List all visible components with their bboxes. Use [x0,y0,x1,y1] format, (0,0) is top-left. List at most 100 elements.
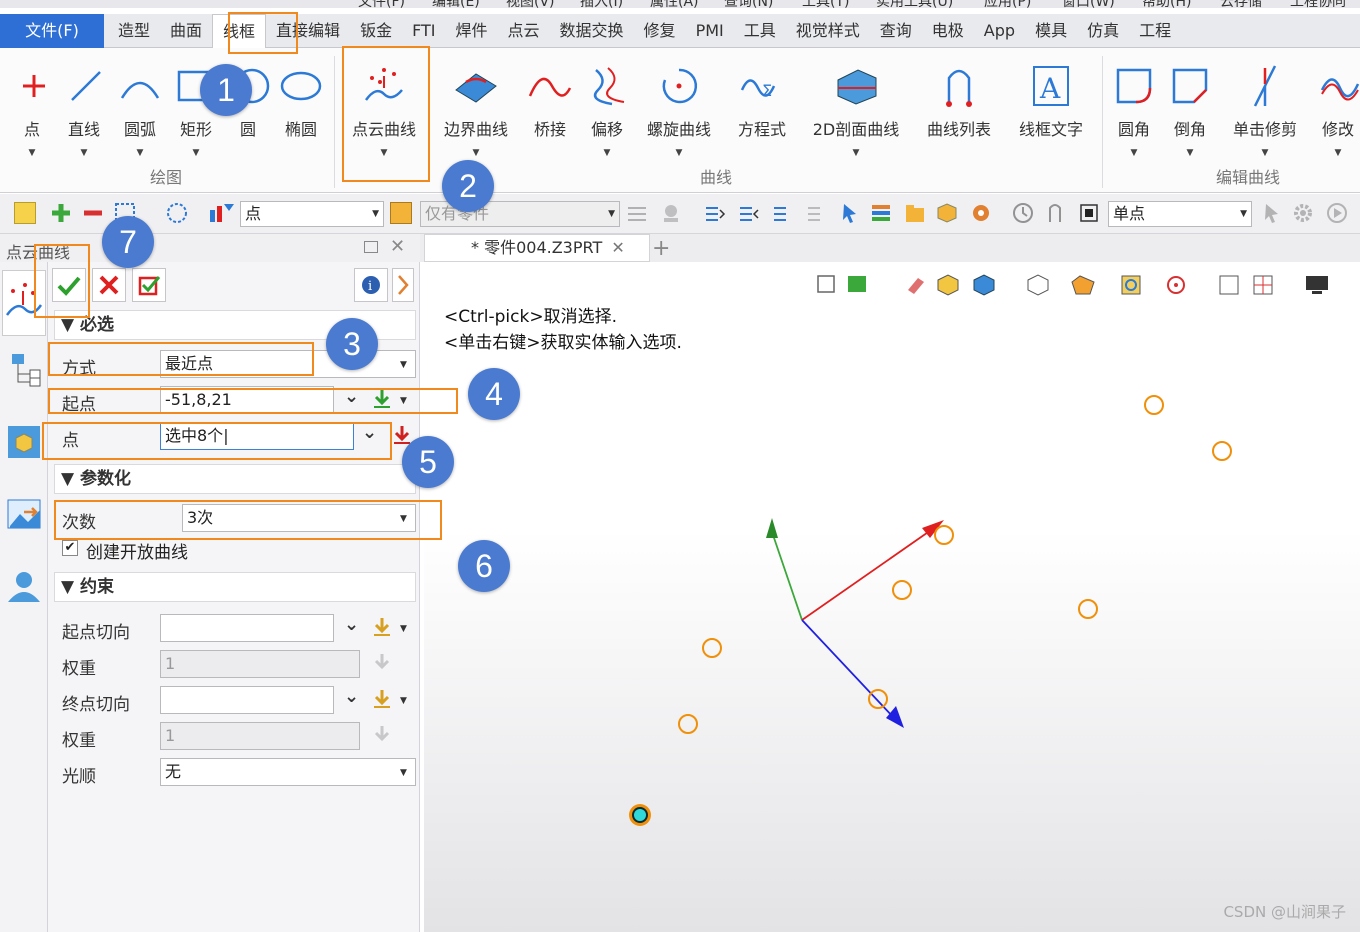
panel-close-icon[interactable]: ✕ [390,236,405,257]
tab-simulation[interactable]: 仿真 [1077,14,1129,48]
tab-pmi[interactable]: PMI [686,14,734,48]
panel-expand-button[interactable] [392,268,414,302]
start-tangent-input[interactable] [160,614,334,642]
select-pointer-icon[interactable] [14,202,36,224]
tab-weldment[interactable]: 焊件 [446,14,498,48]
add-icon[interactable] [50,202,72,224]
list-order-icon-4[interactable] [806,202,828,224]
click-trim-button[interactable]: 单击修剪 ▼ [1226,56,1304,176]
menu-item[interactable]: 工程协同 [1290,0,1346,8]
chamfer-button[interactable]: 倒角 ▼ [1166,56,1214,176]
boundary-curve-button[interactable]: 边界曲线 ▼ [438,56,514,176]
menu-item[interactable]: 应用(P) [984,0,1031,8]
tab-repair[interactable]: 修复 [634,14,686,48]
part-scope-icon[interactable] [390,202,412,224]
doc-tab-part004[interactable]: * 零件004.Z3PRT ✕ [424,234,650,262]
modify-button[interactable]: 修改 ▼ [1316,56,1360,176]
chevron-down-icon[interactable]: ⌄ [344,686,359,707]
section-params[interactable]: ▼ 参数化 [54,464,416,494]
smooth-select[interactable]: 无 [160,758,416,786]
box-part-icon[interactable] [936,202,958,224]
offset-button[interactable]: 偏移 ▼ [584,56,630,176]
menu-item[interactable]: 文件(F) [358,0,405,8]
menu-item[interactable]: 属性(A) [650,0,699,8]
play-icon[interactable] [1326,202,1348,224]
menu-item[interactable]: 查询(N) [724,0,773,8]
ref-filter-icon[interactable] [626,202,648,224]
new-tab-icon[interactable]: + [652,236,670,261]
cancel-button[interactable] [92,268,126,302]
arc-button[interactable]: 圆弧 ▼ [116,56,164,176]
chevron-down-icon[interactable]: ⌄ [344,614,359,635]
stop-icon[interactable] [1078,202,1100,224]
cursor-icon[interactable] [838,202,860,224]
image-import-icon[interactable] [6,496,42,532]
info-button[interactable]: i [354,268,388,302]
menu-item[interactable]: 视图(V) [506,0,555,8]
tab-fti[interactable]: FTI [402,14,445,48]
remove-icon[interactable] [82,202,104,224]
end-tangent-input[interactable] [160,686,334,714]
point-button[interactable]: 点 ▼ [10,56,54,176]
line-button[interactable]: 直线 ▼ [62,56,106,176]
cloud-point[interactable] [702,638,722,658]
menu-item[interactable]: 工具(T) [802,0,849,8]
pick-mode-select[interactable]: 单点 ▼ [1108,201,1252,227]
tab-file[interactable]: 文件(F) [0,14,104,48]
pick-arrow-icon[interactable] [372,616,392,642]
menu-item[interactable]: 插入(I) [580,0,623,8]
bridge-button[interactable]: 桥接 [526,56,574,176]
section-constraints[interactable]: ▼ 约束 [54,572,416,602]
cloud-point[interactable] [868,689,888,709]
tab-mold[interactable]: 模具 [1025,14,1077,48]
clock-icon[interactable] [1012,202,1034,224]
arrow-pick-icon[interactable] [1260,202,1282,224]
lasso-select-icon[interactable] [166,202,188,224]
assembly-tree-icon[interactable] [6,352,42,388]
weight1-stepper[interactable]: 1 [160,650,360,678]
assembly-icon[interactable] [970,202,992,224]
tab-engineering[interactable]: 工程 [1129,14,1181,48]
tab-data-exchange[interactable]: 数据交换 [550,14,634,48]
tab-tools[interactable]: 工具 [734,14,786,48]
close-icon[interactable]: ✕ [611,238,624,257]
list-order-icon-3[interactable] [772,202,794,224]
layers-icon[interactable] [870,202,892,224]
cloud-point[interactable] [1078,599,1098,619]
tab-electrode[interactable]: 电极 [922,14,974,48]
menu-item[interactable]: 云存储 [1220,0,1262,8]
menu-item[interactable]: 编辑(E) [432,0,480,8]
trace-icon[interactable] [1044,202,1066,224]
tab-query[interactable]: 查询 [870,14,922,48]
gear-icon[interactable] [1292,202,1314,224]
pick-arrow-icon[interactable] [372,688,392,714]
menu-item[interactable]: 窗口(W) [1062,0,1115,8]
user-icon[interactable] [6,568,42,604]
tab-sheet-metal[interactable]: 钣金 [350,14,402,48]
equation-button[interactable]: Σ 方程式 [732,56,792,176]
open-curve-checkbox[interactable]: ✔ [62,540,78,556]
weight2-stepper[interactable]: 1 [160,722,360,750]
filter-select[interactable]: 点 ▼ [240,201,384,227]
cloud-point[interactable] [1144,395,1164,415]
curve-list-button[interactable]: 曲线列表 [920,56,998,176]
ref-pick-icon[interactable] [660,202,682,224]
helix-curve-button[interactable]: 螺旋曲线 ▼ [640,56,718,176]
folder-icon[interactable] [904,202,926,224]
list-order-icon-2[interactable] [738,202,760,224]
filter-icon[interactable] [208,202,234,224]
tab-modeling[interactable]: 造型 [108,14,160,48]
list-order-icon-1[interactable] [704,202,726,224]
3d-viewport[interactable]: <Ctrl-pick>取消选择. <单击右键>获取实体输入选项. CSDN @山… [424,262,1360,932]
tab-point-cloud[interactable]: 点云 [498,14,550,48]
wireframe-text-button[interactable]: A 线框文字 [1012,56,1090,176]
menu-item[interactable]: 帮助(H) [1142,0,1191,8]
tab-visual-style[interactable]: 视觉样式 [786,14,870,48]
menu-item[interactable]: 实用工具(U) [876,0,953,8]
tab-app[interactable]: App [974,14,1025,48]
cloud-point[interactable] [678,714,698,734]
start-point-marker[interactable] [629,804,651,826]
2d-section-curve-button[interactable]: 2D剖面曲线 ▼ [806,56,906,176]
cloud-point[interactable] [1212,441,1232,461]
cloud-point[interactable] [934,525,954,545]
